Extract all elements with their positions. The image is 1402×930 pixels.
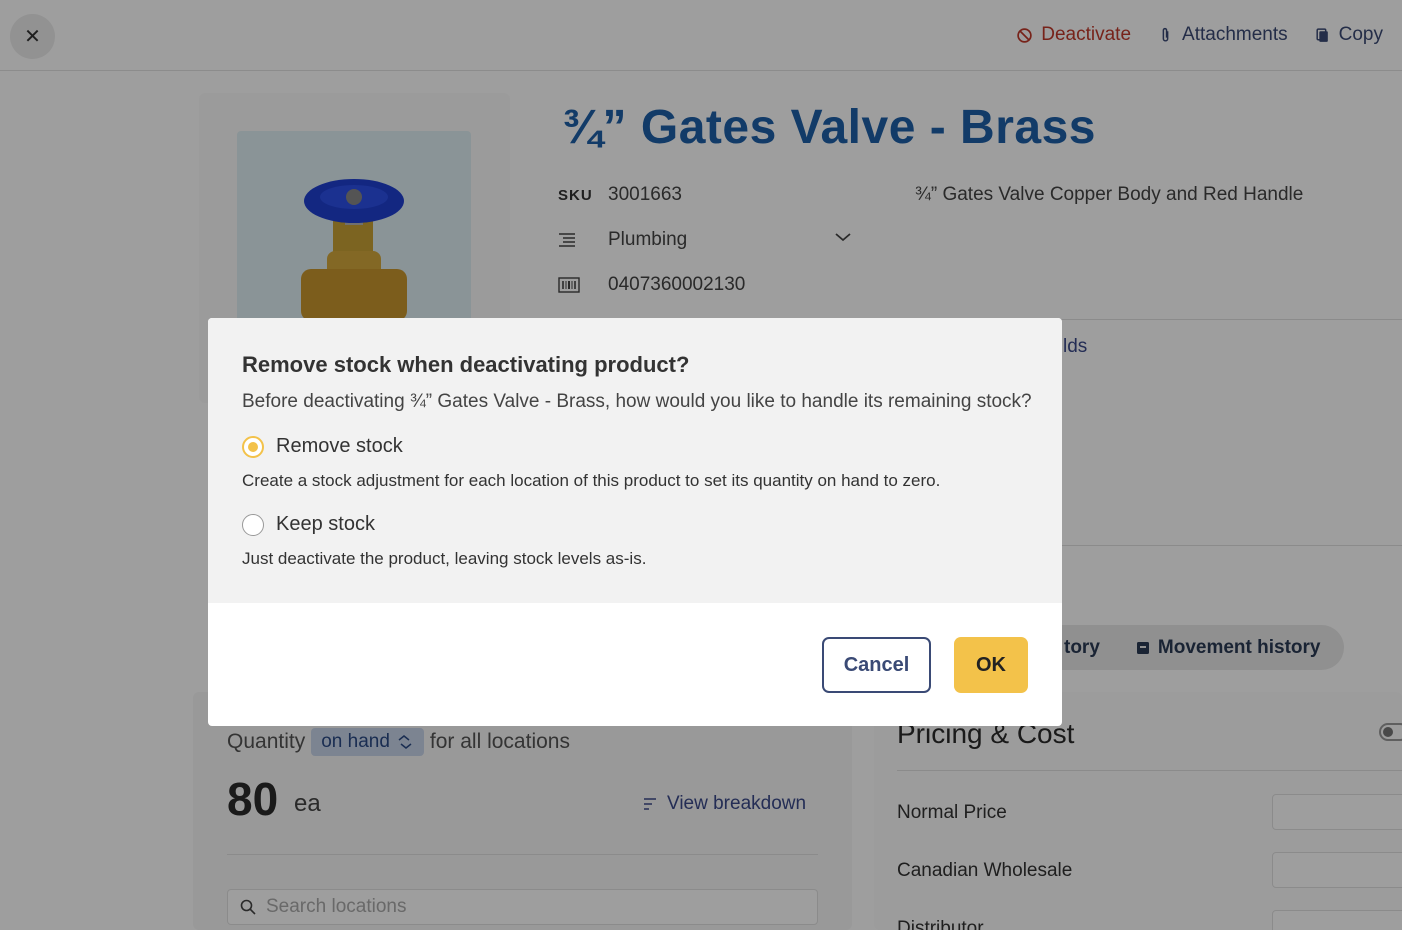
keep-stock-option[interactable]: Keep stock — [242, 513, 375, 536]
remove-stock-description: Create a stock adjustment for each locat… — [242, 471, 941, 490]
cancel-button[interactable]: Cancel — [822, 637, 931, 693]
ok-button[interactable]: OK — [954, 637, 1028, 693]
dialog-question: Before deactivating ¾” Gates Valve - Bra… — [242, 391, 1032, 412]
deactivate-dialog: Remove stock when deactivating product? … — [208, 318, 1062, 726]
keep-stock-label: Keep stock — [276, 513, 375, 535]
keep-stock-radio[interactable] — [242, 513, 264, 536]
dialog-body: Remove stock when deactivating product? … — [208, 318, 1062, 603]
remove-stock-label: Remove stock — [276, 435, 403, 457]
dialog-title: Remove stock when deactivating product? — [242, 352, 690, 377]
remove-stock-radio[interactable] — [242, 435, 264, 458]
keep-stock-description: Just deactivate the product, leaving sto… — [242, 549, 647, 568]
remove-stock-option[interactable]: Remove stock — [242, 435, 403, 458]
